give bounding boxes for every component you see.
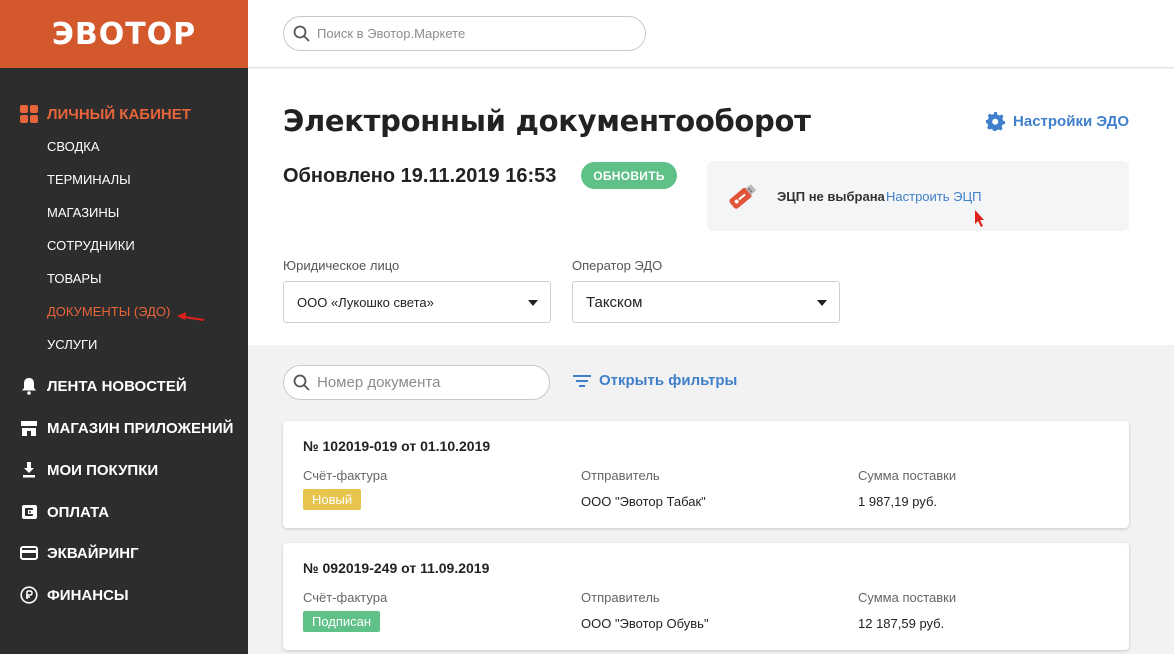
market-search-input[interactable]: [317, 17, 637, 50]
open-filters-label: Открыть фильтры: [599, 372, 738, 389]
sidebar-section-personal-cabinet[interactable]: ЛИЧНЫЙ КАБИНЕТ: [0, 102, 248, 126]
document-title: № 092019-249 от 11.09.2019: [303, 560, 490, 576]
status-badge: Новый: [303, 489, 362, 510]
gear-icon: [986, 112, 1006, 131]
sidebar: ЭВОТОР ЛИЧНЫЙ КАБИНЕТ СВОДКА ТЕРМИНАЛЫ М…: [0, 0, 248, 654]
document-search-input[interactable]: [317, 366, 542, 399]
sender-value: ООО "Эвотор Табак": [581, 494, 706, 509]
search-icon: [293, 25, 310, 47]
updated-timestamp: Обновлено 19.11.2019 16:53: [283, 165, 557, 187]
sidebar-section-label: ОПЛАТА: [47, 503, 110, 521]
caret-down-icon: [817, 300, 827, 306]
document-card[interactable]: № 102019-019 от 01.10.2019 Счёт-фактура …: [283, 421, 1129, 528]
download-icon: [20, 461, 38, 479]
market-search[interactable]: [283, 16, 646, 51]
sidebar-section-label: ЭКВАЙРИНГ: [47, 544, 139, 562]
credit-card-icon: [20, 544, 38, 562]
sidebar-item-terminals[interactable]: ТЕРМИНАЛЫ: [47, 172, 131, 187]
wallet-icon: [20, 503, 38, 521]
sidebar-section-app-store[interactable]: МАГАЗИН ПРИЛОЖЕНИЙ: [0, 416, 248, 440]
sidebar-section-label: МОИ ПОКУПКИ: [47, 461, 159, 479]
sum-label: Сумма поставки: [858, 590, 957, 605]
sidebar-item-goods[interactable]: ТОВАРЫ: [47, 271, 102, 286]
configure-ecp-link[interactable]: Настроить ЭЦП: [886, 189, 981, 204]
status-badge: Подписан: [303, 611, 381, 632]
ecp-status-text: ЭЦП не выбрана: [777, 189, 885, 204]
edo-operator-label: Оператор ЭДО: [572, 258, 663, 273]
edo-operator-select[interactable]: Такском: [572, 281, 840, 323]
edo-operator-value: Такском: [586, 294, 643, 311]
sum-value: 12 187,59 руб.: [858, 616, 945, 631]
sender-value: ООО "Эвотор Обувь": [581, 616, 709, 631]
sidebar-item-services[interactable]: УСЛУГИ: [47, 337, 97, 352]
open-filters-link[interactable]: Открыть фильтры: [573, 372, 737, 389]
sidebar-item-stores[interactable]: МАГАЗИНЫ: [47, 205, 119, 220]
legal-entity-select[interactable]: ООО «Лукошко света»: [283, 281, 551, 323]
document-search[interactable]: [283, 365, 550, 400]
sidebar-item-documents[interactable]: ДОКУМЕНТЫ (ЭДО): [47, 304, 170, 319]
legal-entity-label: Юридическое лицо: [283, 258, 400, 273]
sender-label: Отправитель: [581, 590, 660, 605]
document-type: Счёт-фактура: [303, 468, 388, 483]
header-bar: [248, 0, 1174, 68]
filter-icon: [573, 374, 591, 387]
sender-label: Отправитель: [581, 468, 660, 483]
sidebar-section-label: ЛИЧНЫЙ КАБИНЕТ: [47, 105, 191, 123]
sidebar-item-employees[interactable]: СОТРУДНИКИ: [47, 238, 135, 253]
sidebar-section-label: ЛЕНТА НОВОСТЕЙ: [47, 377, 187, 395]
annotation-arrow-icon: [177, 312, 205, 321]
edo-settings-label: Настройки ЭДО: [1013, 113, 1129, 130]
sidebar-section-label: ФИНАНСЫ: [47, 586, 129, 604]
caret-down-icon: [528, 300, 538, 306]
edo-settings-link[interactable]: Настройки ЭДО: [986, 112, 1129, 131]
annotation-arrow-icon: [975, 210, 984, 227]
store-icon: [20, 419, 38, 437]
sidebar-item-summary[interactable]: СВОДКА: [47, 139, 100, 154]
document-card[interactable]: № 092019-249 от 11.09.2019 Счёт-фактура …: [283, 543, 1129, 650]
sum-value: 1 987,19 руб.: [858, 494, 938, 509]
search-icon: [293, 374, 310, 396]
ruble-icon: [20, 586, 38, 604]
sidebar-section-acquiring[interactable]: ЭКВАЙРИНГ: [0, 541, 248, 565]
main-panel: Электронный документооборот Настройки ЭД…: [248, 69, 1174, 345]
sidebar-section-payment[interactable]: ОПЛАТА: [0, 500, 248, 524]
grid-icon: [20, 105, 38, 123]
sidebar-section-finance[interactable]: ФИНАНСЫ: [0, 583, 248, 607]
usb-token-icon: [723, 179, 761, 220]
logo[interactable]: ЭВОТОР: [0, 0, 248, 68]
logo-text: ЭВОТОР: [51, 16, 197, 52]
sidebar-section-news[interactable]: ЛЕНТА НОВОСТЕЙ: [0, 374, 248, 398]
document-type: Счёт-фактура: [303, 590, 388, 605]
sum-label: Сумма поставки: [858, 468, 957, 483]
sidebar-section-label: МАГАЗИН ПРИЛОЖЕНИЙ: [47, 419, 234, 437]
refresh-button[interactable]: ОБНОВИТЬ: [581, 162, 677, 189]
legal-entity-value: ООО «Лукошко света»: [297, 295, 434, 310]
sidebar-section-purchases[interactable]: МОИ ПОКУПКИ: [0, 458, 248, 482]
page-title: Электронный документооборот: [283, 104, 811, 138]
ecp-status-box: ЭЦП не выбрана Настроить ЭЦП: [707, 161, 1129, 231]
document-title: № 102019-019 от 01.10.2019: [303, 438, 491, 454]
bell-icon: [20, 377, 38, 395]
